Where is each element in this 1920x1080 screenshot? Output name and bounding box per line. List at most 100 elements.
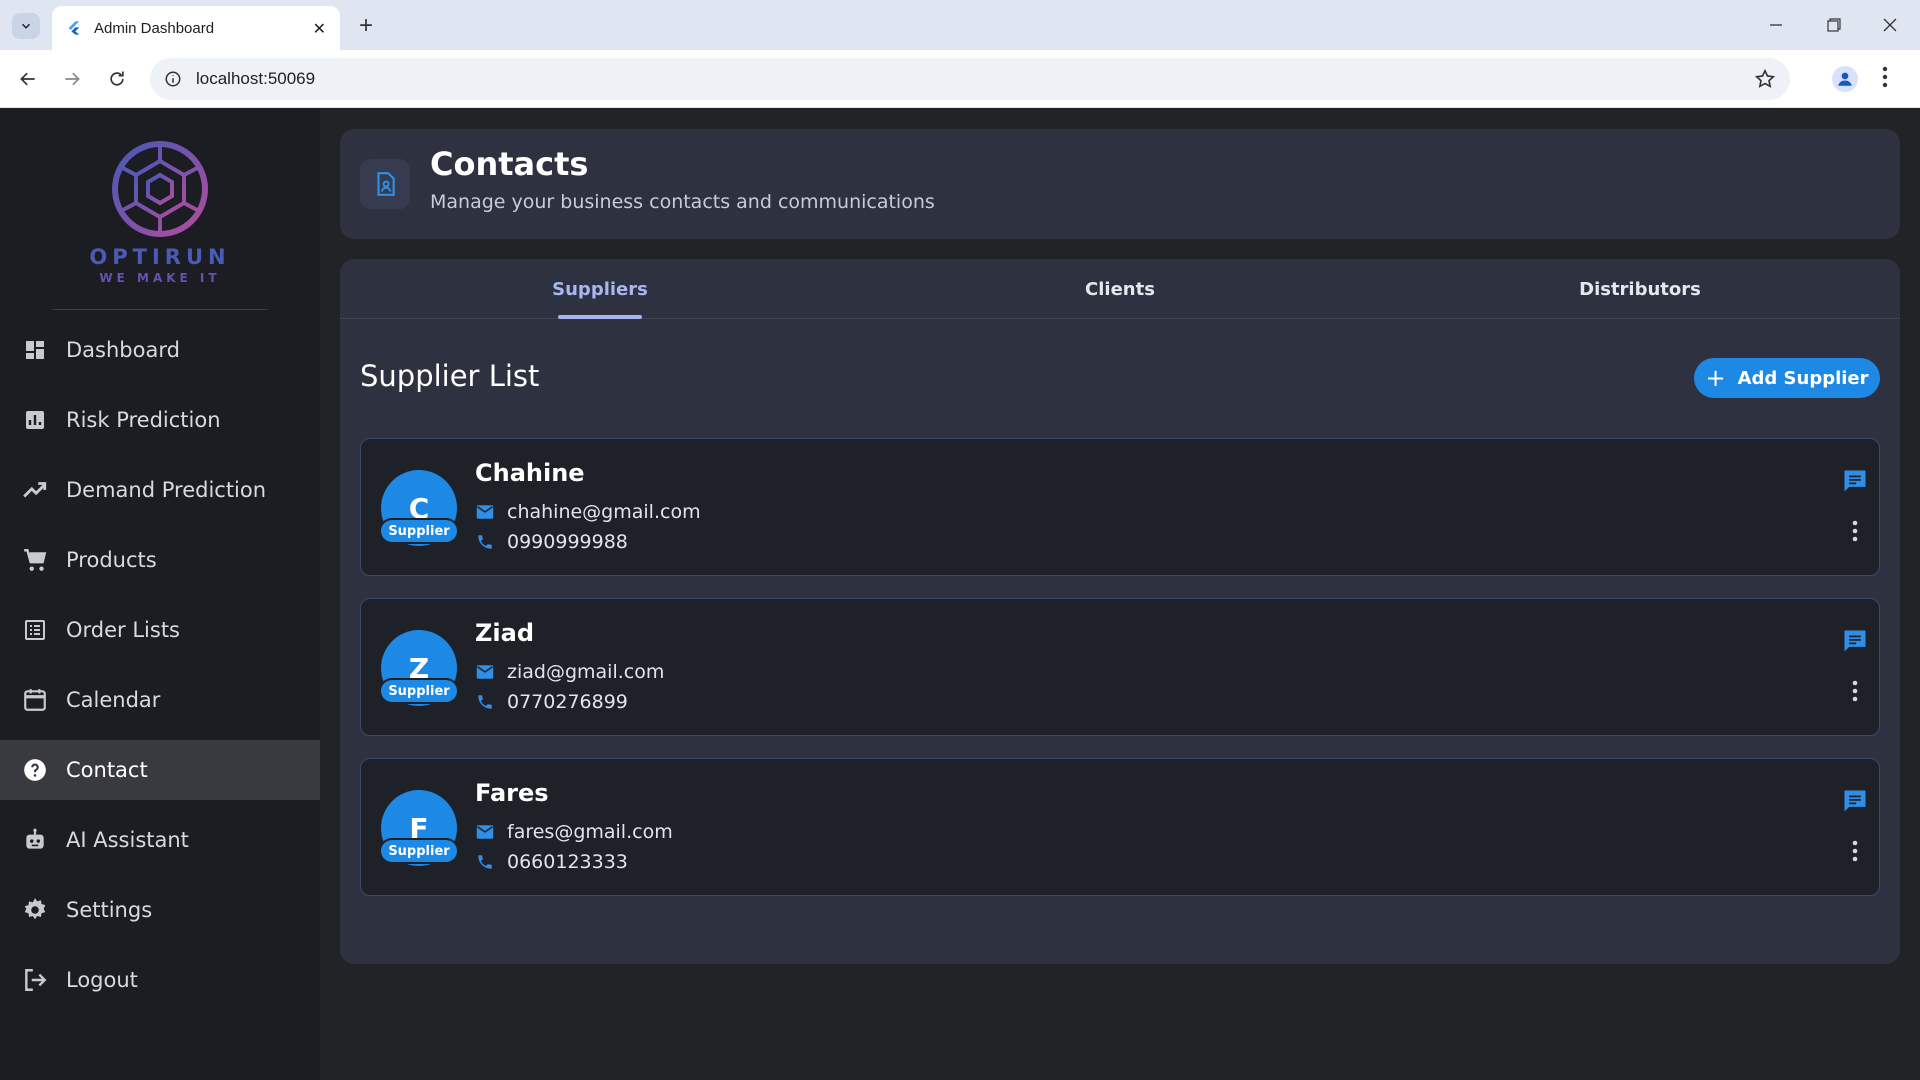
arrow-right-icon [65, 72, 80, 86]
more-options-button[interactable] [1843, 677, 1867, 705]
contact-card[interactable]: C Supplier Chahine chahine@gmail.com 099… [360, 438, 1880, 576]
contact-email: ziad@gmail.com [507, 661, 665, 683]
chevron-down-icon [21, 23, 31, 29]
email-icon [475, 502, 495, 522]
restore-icon [1827, 18, 1841, 32]
contact-email-row: ziad@gmail.com [475, 661, 664, 683]
contact-card[interactable]: Z Supplier Ziad ziad@gmail.com 077027689… [360, 598, 1880, 736]
tab-clients[interactable]: Clients [860, 259, 1380, 319]
minimize-window-button[interactable] [1756, 10, 1796, 40]
email-icon [475, 822, 495, 842]
phone-icon [475, 692, 495, 712]
sidebar-item-demand-prediction[interactable]: Demand Prediction [0, 460, 320, 520]
page-title: Contacts [430, 145, 589, 183]
reload-icon [110, 71, 124, 86]
reload-button[interactable] [102, 64, 132, 94]
chat-icon [1844, 630, 1866, 652]
close-icon [1883, 18, 1897, 32]
dashboard-icon [22, 337, 48, 363]
add-supplier-label: Add Supplier [1737, 367, 1869, 389]
close-window-button[interactable] [1870, 10, 1910, 40]
tab-search-button[interactable] [12, 13, 40, 39]
contact-name: Fares [475, 779, 549, 807]
browser-menu-button[interactable] [1882, 66, 1888, 92]
email-icon [475, 662, 495, 682]
sidebar-item-settings[interactable]: Settings [0, 880, 320, 940]
supplier-badge: Supplier [381, 520, 457, 542]
contact-tabs: Suppliers Clients Distributors [340, 259, 1900, 319]
page-header: Contacts Manage your business contacts a… [340, 129, 1900, 239]
phone-icon [475, 852, 495, 872]
contact-page-icon [360, 159, 410, 209]
bookmark-star-icon[interactable] [1754, 68, 1776, 90]
message-button[interactable] [1841, 627, 1869, 655]
list-icon [22, 617, 48, 643]
address-bar[interactable]: localhost:50069 [150, 58, 1790, 100]
add-supplier-button[interactable]: + Add Supplier [1694, 358, 1880, 398]
sidebar-item-label: Order Lists [66, 618, 181, 642]
restore-window-button[interactable] [1814, 10, 1854, 40]
bar-chart-icon [22, 407, 48, 433]
browser-toolbar: localhost:50069 [0, 50, 1920, 108]
sidebar-item-label: Contact [66, 758, 148, 782]
contact-email: fares@gmail.com [507, 821, 673, 843]
back-button[interactable] [13, 64, 43, 94]
url-text: localhost:50069 [196, 69, 316, 88]
contact-phone: 0660123333 [507, 851, 628, 873]
sidebar-item-label: Calendar [66, 688, 161, 712]
contact-email: chahine@gmail.com [507, 501, 701, 523]
phone-icon [475, 532, 495, 552]
sidebar-item-calendar[interactable]: Calendar [0, 670, 320, 730]
logout-icon [22, 967, 48, 993]
contact-phone-row: 0770276899 [475, 691, 628, 713]
contact-phone-row: 0990999988 [475, 531, 628, 553]
trending-up-icon [22, 477, 48, 503]
sidebar-item-logout[interactable]: Logout [0, 950, 320, 1010]
more-options-button[interactable] [1843, 517, 1867, 545]
supplier-badge: Supplier [381, 840, 457, 862]
close-tab-icon[interactable]: ✕ [313, 19, 326, 38]
arrow-left-icon [20, 72, 35, 86]
message-button[interactable] [1841, 467, 1869, 495]
vertical-dots-icon [1852, 520, 1858, 542]
browser-tab[interactable]: Admin Dashboard ✕ [52, 6, 340, 50]
sidebar-item-contact[interactable]: Contact [0, 740, 320, 800]
chat-icon [1844, 470, 1866, 492]
calendar-icon [22, 687, 48, 713]
app-root: OPTIRUN WE MAKE IT Dashboard Risk Predic… [0, 109, 1920, 1080]
contact-phone: 0990999988 [507, 531, 628, 553]
contact-phone-row: 0660123333 [475, 851, 628, 873]
sidebar-item-products[interactable]: Products [0, 530, 320, 590]
robot-icon [22, 827, 48, 853]
contact-email-row: chahine@gmail.com [475, 501, 701, 523]
sidebar-item-ai-assistant[interactable]: AI Assistant [0, 810, 320, 870]
supplier-badge: Supplier [381, 680, 457, 702]
vertical-dots-icon [1882, 66, 1888, 88]
sidebar-item-dashboard[interactable]: Dashboard [0, 320, 320, 380]
sidebar-item-label: Logout [66, 968, 138, 992]
tab-distributors[interactable]: Distributors [1380, 259, 1900, 319]
optirun-logo: OPTIRUN WE MAKE IT [89, 139, 226, 294]
help-icon [22, 757, 48, 783]
info-icon [165, 71, 181, 87]
sidebar-item-label: AI Assistant [66, 828, 189, 852]
tab-suppliers[interactable]: Suppliers [340, 259, 860, 319]
sidebar: OPTIRUN WE MAKE IT Dashboard Risk Predic… [0, 109, 320, 1080]
gear-icon [22, 897, 48, 923]
chat-icon [1844, 790, 1866, 812]
contact-name: Chahine [475, 459, 585, 487]
plus-icon: + [1705, 364, 1726, 392]
more-options-button[interactable] [1843, 837, 1867, 865]
forward-button[interactable] [57, 64, 87, 94]
message-button[interactable] [1841, 787, 1869, 815]
sidebar-item-label: Settings [66, 898, 153, 922]
sidebar-item-order-lists[interactable]: Order Lists [0, 600, 320, 660]
contact-phone: 0770276899 [507, 691, 628, 713]
profile-button[interactable] [1832, 66, 1858, 92]
contact-card[interactable]: F Supplier Fares fares@gmail.com 0660123… [360, 758, 1880, 896]
browser-tab-title: Admin Dashboard [94, 19, 215, 37]
sidebar-item-label: Demand Prediction [66, 478, 267, 502]
new-tab-button[interactable]: + [352, 12, 380, 40]
sidebar-item-risk-prediction[interactable]: Risk Prediction [0, 390, 320, 450]
supplier-list-title: Supplier List [360, 359, 540, 393]
